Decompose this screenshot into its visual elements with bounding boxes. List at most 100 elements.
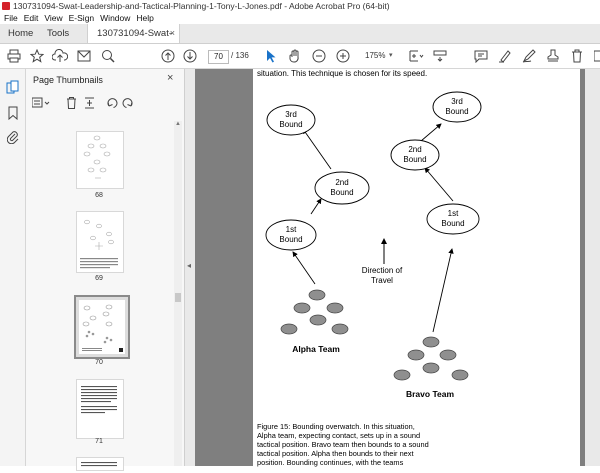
mail-icon[interactable] — [76, 48, 92, 64]
print-icon[interactable] — [6, 48, 22, 64]
tab-home[interactable]: Home — [8, 24, 33, 43]
insert-page-icon[interactable] — [85, 97, 94, 109]
node-label: 1st — [448, 209, 459, 218]
chevron-down-icon[interactable]: ▾ — [389, 50, 393, 62]
title-bar: 130731094-Swat-Leadership-and-Tactical-P… — [0, 0, 600, 12]
thumbnail-label: 70 — [95, 359, 103, 366]
alpha-arrow-2 — [310, 198, 322, 215]
menu-help[interactable]: Help — [133, 12, 156, 24]
select-cursor-icon[interactable] — [263, 48, 279, 64]
panel-scrollbar[interactable]: ▲ — [174, 121, 182, 466]
thumbnail-options-icon[interactable] — [31, 97, 50, 108]
alpha-team-label: Alpha Team — [292, 344, 340, 354]
hand-tool-icon[interactable] — [287, 48, 303, 64]
tab-document[interactable]: 130731094-Swat-L... × — [87, 24, 180, 58]
cloud-upload-icon[interactable] — [52, 48, 68, 64]
pdf-page: situation. This technique is chosen for … — [253, 69, 580, 467]
right-pane-strip — [585, 69, 600, 466]
node-label: 3rd — [451, 97, 463, 106]
direction-label: Direction of — [362, 266, 403, 275]
zoom-level-dropdown[interactable]: 175% — [365, 50, 385, 62]
bravo-team-members — [393, 336, 469, 381]
menu-view[interactable]: View — [41, 12, 65, 24]
chevron-up-icon[interactable]: ▲ — [174, 121, 182, 127]
search-icon[interactable] — [100, 48, 116, 64]
bravo-arrow-3 — [420, 123, 442, 142]
attachments-icon[interactable] — [5, 129, 21, 145]
draw-icon[interactable] — [521, 48, 537, 64]
panel-title: Page Thumbnails — [33, 75, 103, 85]
alpha-arrow-1 — [292, 251, 316, 285]
bravo-team-label: Bravo Team — [406, 389, 454, 399]
comment-icon[interactable] — [473, 48, 489, 64]
scrollbar-thumb[interactable] — [175, 293, 181, 302]
bravo-2nd-bound-node: 2nd Bound — [390, 139, 440, 171]
rotate-left-icon[interactable] — [107, 98, 118, 108]
menu-window[interactable]: Window — [97, 12, 133, 24]
thumbnail-label: 68 — [95, 192, 103, 199]
zoom-out-icon[interactable] — [311, 48, 327, 64]
page-display-icon[interactable] — [408, 48, 424, 64]
main-toolbar: 70 / 136 175% ▾ — [0, 44, 600, 69]
page-thumbnail[interactable] — [76, 379, 124, 439]
page-thumbnails-icon[interactable] — [5, 79, 21, 95]
caption-line: tactical position. Bravo team then bound… — [257, 440, 429, 449]
node-label: Bound — [330, 188, 353, 197]
trash-icon[interactable] — [569, 48, 585, 64]
rotate-right-icon[interactable] — [122, 98, 133, 108]
thumbnail-label: 69 — [95, 275, 103, 282]
document-canvas[interactable]: situation. This technique is chosen for … — [195, 69, 585, 467]
node-label: Bound — [279, 235, 302, 244]
close-tab-icon[interactable]: × — [170, 24, 175, 43]
caption-line: tactical position. Alpha then bounds to … — [257, 449, 414, 458]
window-title: 130731094-Swat-Leadership-and-Tactical-P… — [13, 1, 390, 11]
selected-thumbnail[interactable] — [74, 295, 130, 359]
caption-line: Figure 15: Bounding overwatch. In this s… — [257, 422, 415, 431]
alpha-team-members — [280, 289, 349, 335]
menu-file[interactable]: File — [0, 12, 21, 24]
bravo-3rd-bound-node: 3rd Bound — [432, 91, 482, 123]
node-label: Bound — [279, 120, 302, 129]
page-thumbnail[interactable] — [76, 131, 124, 189]
menu-bar: File Edit View E-Sign Window Help — [0, 12, 600, 24]
acrobat-app-icon — [2, 2, 10, 10]
alpha-arrow-3 — [302, 128, 332, 170]
alpha-3rd-bound-node: 3rd Bound — [266, 104, 316, 136]
node-label: Bound — [441, 219, 464, 228]
bravo-arrow-2 — [424, 167, 454, 202]
close-panel-icon[interactable]: × — [167, 72, 173, 84]
alpha-2nd-bound-node: 2nd Bound — [314, 171, 370, 205]
bravo-1st-bound-node: 1st Bound — [426, 203, 480, 235]
highlight-pen-icon[interactable] — [497, 48, 513, 64]
caption-line: Alpha team, expecting contact, sets up i… — [257, 431, 421, 440]
bookmarks-icon[interactable] — [5, 105, 21, 121]
page-thumbnail[interactable] — [76, 457, 124, 471]
page-number-input[interactable]: 70 — [208, 50, 229, 64]
direction-label: Travel — [371, 276, 393, 285]
menu-esign[interactable]: E-Sign — [66, 12, 98, 24]
alpha-1st-bound-node: 1st Bound — [265, 219, 317, 251]
scroll-mode-icon[interactable] — [432, 48, 448, 64]
page-thumbnail[interactable] — [76, 211, 124, 273]
more-tools-icon[interactable] — [590, 48, 600, 64]
panel-divider[interactable]: ◂ — [185, 69, 195, 466]
navigation-strip — [0, 69, 26, 466]
stamp-icon[interactable] — [545, 48, 561, 64]
page-total: / 136 — [231, 51, 249, 60]
node-label: 2nd — [408, 145, 421, 154]
node-label: 1st — [286, 225, 297, 234]
previous-page-icon[interactable] — [160, 48, 176, 64]
menu-edit[interactable]: Edit — [21, 12, 42, 24]
collapse-panel-icon[interactable]: ◂ — [187, 261, 191, 270]
tab-bar: Home Tools 130731094-Swat-L... × — [0, 24, 600, 58]
figure-caption: Figure 15: Bounding overwatch. In this s… — [257, 422, 442, 467]
node-label: Bound — [403, 155, 426, 164]
next-page-icon[interactable] — [182, 48, 198, 64]
bravo-arrow-1 — [432, 248, 454, 333]
page-thumbnails-panel: Page Thumbnails × ▲ 68 69 70 71 — [26, 69, 185, 471]
zoom-in-icon[interactable] — [335, 48, 351, 64]
tab-tools[interactable]: Tools — [47, 24, 69, 43]
delete-pages-icon[interactable] — [67, 97, 76, 109]
node-label: Bound — [445, 107, 468, 116]
bookmark-star-icon[interactable] — [29, 48, 45, 64]
